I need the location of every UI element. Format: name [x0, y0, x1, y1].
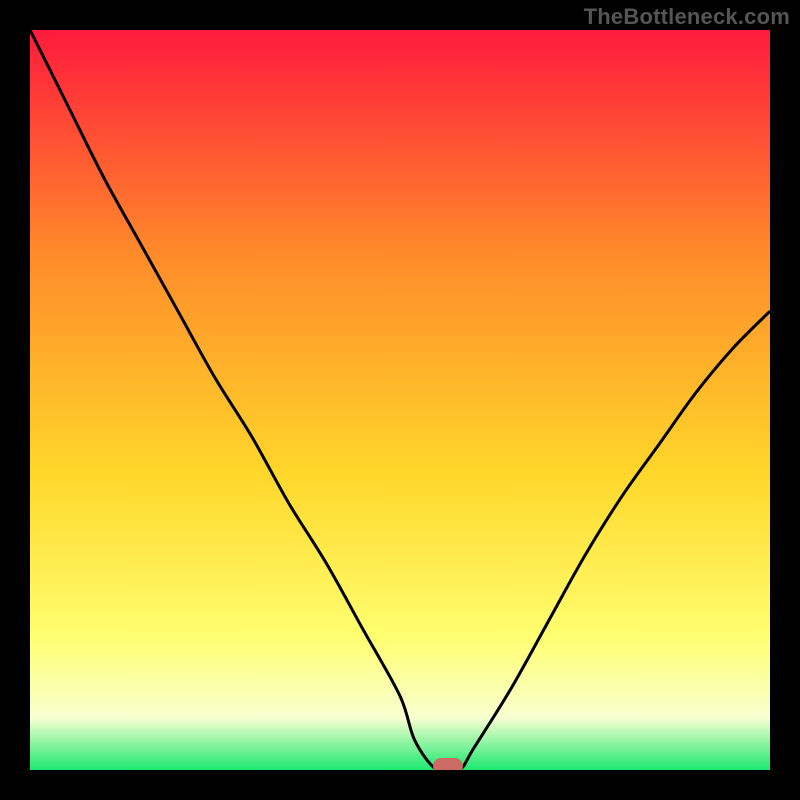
- chart-frame: TheBottleneck.com: [0, 0, 800, 800]
- gradient-background: [30, 30, 770, 770]
- bottleneck-chart: [30, 30, 770, 770]
- optimal-marker: [433, 758, 463, 770]
- plot-area: [30, 30, 770, 770]
- attribution-label: TheBottleneck.com: [584, 4, 790, 30]
